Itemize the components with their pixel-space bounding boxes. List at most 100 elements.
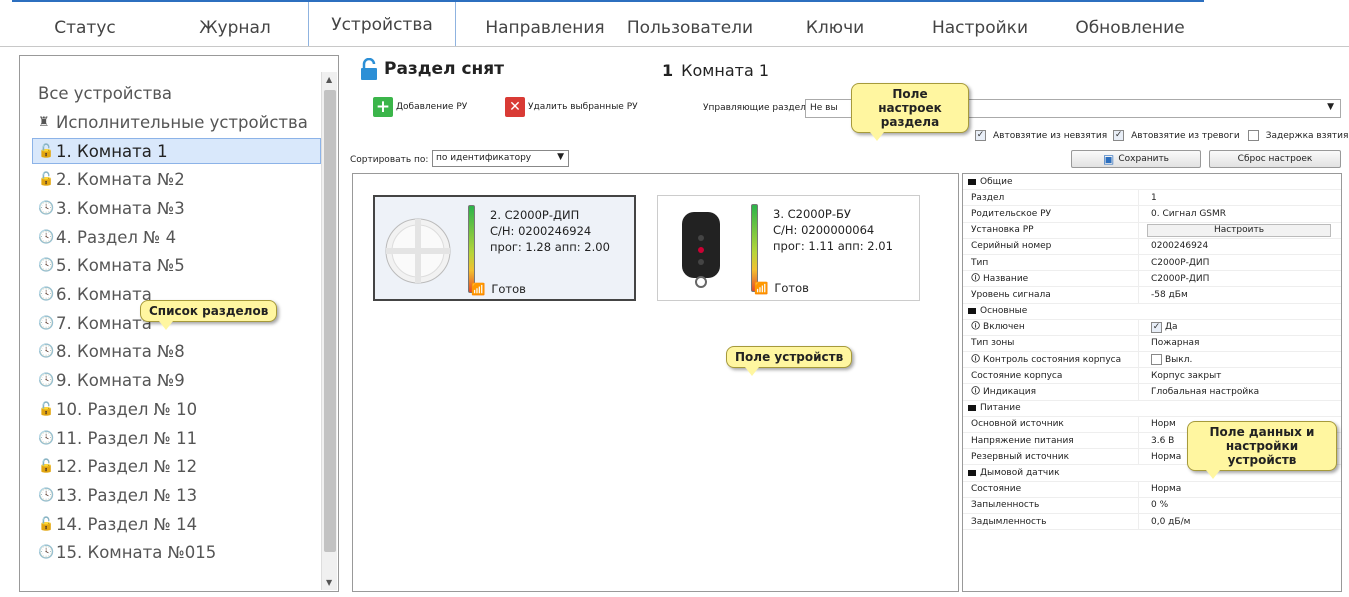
property-value[interactable]: Корпус закрыт	[1139, 368, 1341, 383]
property-value[interactable]: Настроить	[1139, 223, 1341, 238]
section-item[interactable]: 🕓 9. Комната №9	[38, 368, 185, 394]
property-value[interactable]: Норма	[1139, 482, 1341, 497]
add-device-button[interactable]: + Добавление РУ	[373, 97, 467, 117]
scroll-down-icon[interactable]: ▼	[326, 578, 332, 587]
property-value[interactable]: Глобальная настройка	[1139, 384, 1341, 399]
property-key: Задымленность	[963, 513, 1139, 530]
tab-journal[interactable]: Журнал	[180, 9, 290, 46]
property-value[interactable]: С2000Р-ДИП	[1139, 271, 1341, 286]
section-list-scrollbar[interactable]: ▲ ▼	[321, 72, 337, 590]
smoke-detector-image	[385, 218, 451, 284]
tab-status[interactable]: Статус	[30, 9, 140, 46]
section-item[interactable]: 🔓 10. Раздел № 10	[38, 396, 197, 422]
arm-options: ✓ Автовзятие из невзятия ✓ Автовзятие из т…	[975, 130, 1348, 141]
delete-devices-button[interactable]: ✕ Удалить выбранные РУ	[505, 97, 638, 117]
property-value[interactable]: Выкл.	[1139, 352, 1341, 367]
section-item[interactable]: 🕓 7. Комната	[38, 310, 152, 336]
section-item[interactable]: 🔓 14. Раздел № 14	[38, 511, 197, 537]
scroll-up-icon[interactable]: ▲	[326, 75, 332, 84]
tab-update[interactable]: Обновление	[1060, 9, 1200, 46]
device-info: 2. С2000Р-ДИП С/Н: 0200246924 прог: 1.28 а…	[490, 207, 610, 255]
property-value-text: Корпус закрыт	[1151, 370, 1222, 381]
property-row: Тип С2000Р-ДИП	[963, 254, 1341, 272]
property-row: Тип зоны Пожарная	[963, 335, 1341, 353]
arm-delay-checkbox[interactable]	[1247, 130, 1259, 141]
save-button[interactable]: ▣ Сохранить	[1071, 150, 1201, 168]
configure-button[interactable]: Настроить	[1147, 223, 1331, 237]
device-serial: С/Н: 0200246924	[490, 224, 592, 238]
auto-arm-alarm-checkbox[interactable]: ✓	[1113, 130, 1125, 141]
property-checkbox[interactable]	[1151, 354, 1162, 366]
all-devices-item[interactable]: Все устройства	[38, 80, 172, 106]
section-item[interactable]: 🕓 15. Комната №015	[38, 540, 216, 566]
room-number: 1	[662, 61, 674, 80]
section-item[interactable]: 🔓 2. Комната №2	[38, 167, 185, 193]
lock-open-icon: 🔓	[38, 143, 55, 159]
sort-value: по идентификатору	[436, 153, 532, 163]
property-checkbox[interactable]: ✓	[1151, 321, 1162, 333]
clock-icon: 🕓	[38, 373, 55, 389]
property-value-text: 3.6 В	[1151, 435, 1175, 446]
reset-label: Сброс настроек	[1237, 154, 1313, 164]
property-row: Раздел 1	[963, 190, 1341, 207]
tab-keys[interactable]: Ключи	[780, 9, 890, 46]
property-value-text: 0 %	[1151, 500, 1169, 511]
property-group[interactable]: Питание	[963, 401, 1341, 417]
delete-icon: ✕	[505, 97, 525, 117]
property-group[interactable]: Общие	[963, 174, 1341, 191]
lock-open-icon: 🔓	[38, 516, 55, 532]
sort-select[interactable]: по идентификатору ▼	[432, 150, 569, 167]
property-key: Основной источник	[963, 416, 1139, 432]
section-item[interactable]: 🕓 8. Комната №8	[38, 339, 185, 365]
property-key: 🛈 Индикация	[963, 384, 1139, 400]
section-item-label: 3. Комната №3	[56, 198, 185, 218]
section-item-label: 1. Комната 1	[56, 141, 168, 161]
property-value[interactable]: 0. Сигнал GSMR	[1139, 206, 1341, 221]
callout-section-settings: Поле настроек раздела	[851, 83, 969, 141]
executive-devices-item[interactable]: ♜ Исполнительные устройства	[38, 109, 308, 135]
folder-icon	[968, 308, 976, 315]
property-value-text: 0. Сигнал GSMR	[1151, 208, 1227, 219]
scroll-thumb[interactable]	[324, 90, 336, 552]
property-value[interactable]: 1	[1139, 190, 1341, 205]
property-key: Тип	[963, 254, 1139, 271]
section-item[interactable]: 🕓 13. Раздел № 13	[38, 482, 197, 508]
property-value[interactable]: -58 дБм	[1139, 287, 1341, 302]
section-item[interactable]: 🕓 4. Раздел № 4	[38, 224, 176, 250]
signal-level-bar	[468, 205, 475, 293]
section-item[interactable]: 🔓 1. Комната 1	[32, 138, 321, 164]
property-value[interactable]: С2000Р-ДИП	[1139, 255, 1341, 270]
section-item-label: 2. Комната №2	[56, 170, 185, 190]
device-card[interactable]: 2. С2000Р-ДИП С/Н: 0200246924 прог: 1.28 а…	[373, 195, 636, 301]
section-item[interactable]: 🕓 3. Комната №3	[38, 195, 185, 221]
tab-settings[interactable]: Настройки	[920, 9, 1040, 46]
clock-icon: 🕓	[38, 545, 55, 561]
property-value[interactable]: 0 %	[1139, 498, 1341, 513]
property-row: Задымленность 0,0 дБ/м	[963, 513, 1341, 531]
auto-arm-unarmed-checkbox[interactable]: ✓	[975, 130, 986, 141]
wireless-icon: 📶	[754, 281, 769, 295]
reset-button[interactable]: Сброс настроек	[1209, 150, 1341, 168]
lock-open-icon: 🔓	[38, 172, 55, 188]
section-item-label: 10. Раздел № 10	[56, 399, 198, 419]
lock-open-icon: 🔓	[38, 401, 55, 417]
property-value[interactable]: ✓ Да	[1139, 320, 1341, 335]
property-key: 🛈 Включен	[963, 319, 1139, 335]
property-group[interactable]: Основные	[963, 304, 1341, 320]
section-item[interactable]: 🕓 11. Раздел № 11	[38, 425, 197, 451]
property-value[interactable]: 0,0 дБ/м	[1139, 514, 1341, 529]
device-card[interactable]: 3. С2000Р-БУ С/Н: 0200000064 прог: 1.11 ап…	[657, 195, 920, 301]
property-row: Уровень сигнала -58 дБм	[963, 287, 1341, 304]
section-item[interactable]: 🕓 5. Комната №5	[38, 253, 185, 279]
section-item[interactable]: 🕓 6. Комната	[38, 282, 152, 308]
property-value[interactable]: 0200246924	[1139, 239, 1341, 254]
sort-label: Сортировать по:	[350, 155, 429, 165]
clock-icon: 🕓	[38, 344, 55, 360]
tab-devices[interactable]: Устройства	[308, 2, 456, 47]
tab-directions[interactable]: Направления	[470, 9, 620, 46]
device-serial: С/Н: 0200000064	[773, 223, 875, 237]
tab-users[interactable]: Пользователи	[615, 9, 765, 46]
section-item[interactable]: 🔓 12. Раздел № 12	[38, 454, 197, 480]
property-value[interactable]: Пожарная	[1139, 336, 1341, 351]
tab-bar-divider	[0, 46, 1349, 47]
